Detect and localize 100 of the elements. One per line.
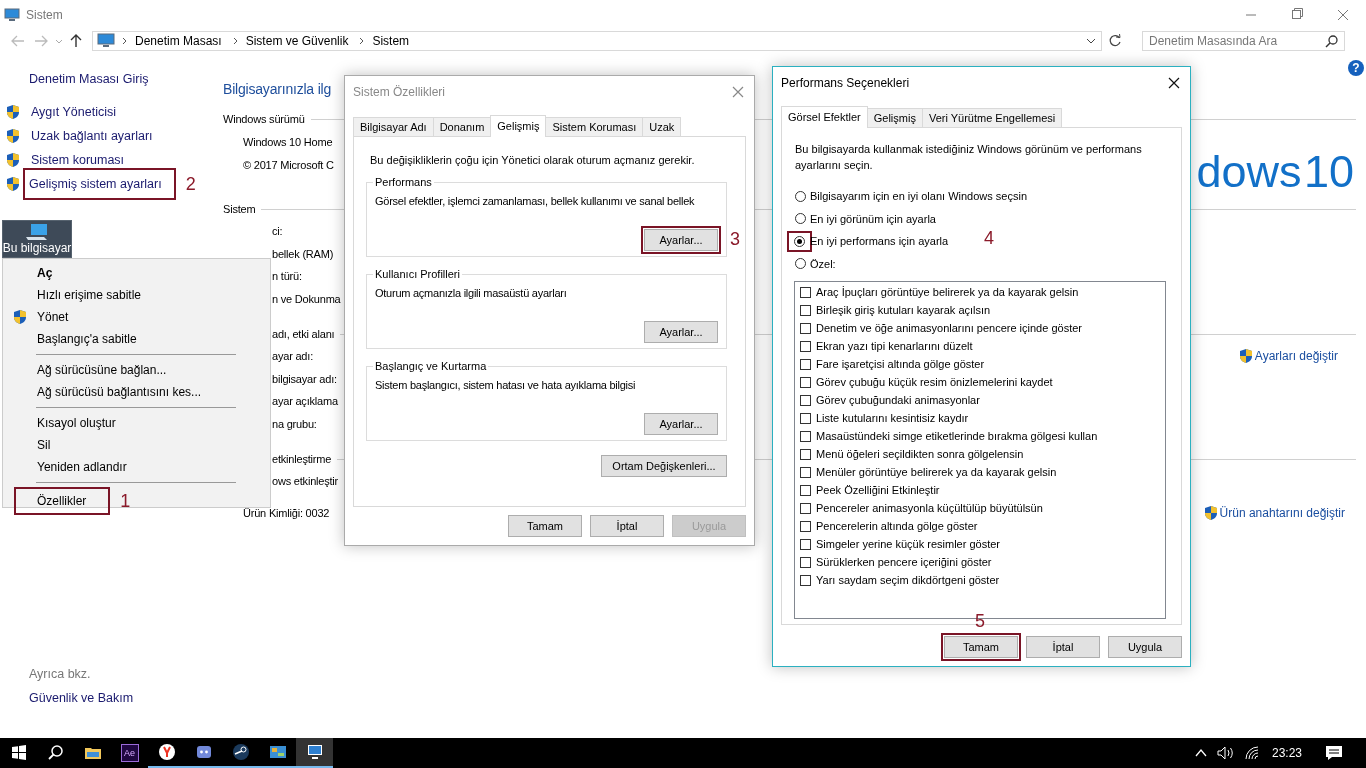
window-title: Sistem bbox=[26, 8, 63, 22]
shield-icon bbox=[6, 104, 20, 120]
tab[interactable]: Sistem Koruması bbox=[545, 117, 644, 136]
menu-item[interactable]: Yönet bbox=[3, 306, 270, 328]
dialog-title: Performans Seçenekleri bbox=[781, 76, 911, 90]
checkbox[interactable] bbox=[800, 448, 811, 460]
breadcrumb-item[interactable]: Sistem bbox=[372, 34, 410, 48]
tab[interactable]: Görsel Efektler bbox=[781, 106, 868, 128]
sidebar-link[interactable]: Gelişmiş sistem ayarları bbox=[23, 168, 176, 200]
step-number: 4 bbox=[984, 228, 994, 248]
checkbox-label[interactable]: Pencerelerin altında gölge göster bbox=[816, 520, 978, 532]
checkbox[interactable] bbox=[800, 412, 811, 424]
sidebar-link[interactable]: Denetim Masası Giriş bbox=[29, 72, 210, 86]
button[interactable]: Uygula bbox=[1108, 636, 1182, 658]
checkbox[interactable] bbox=[800, 340, 811, 352]
checkbox-label[interactable]: Denetim ve öğe animasyonlarını pencere içinde göster bbox=[816, 322, 1082, 334]
button[interactable]: Ayarlar... bbox=[644, 321, 718, 343]
checkbox[interactable] bbox=[800, 520, 811, 532]
button[interactable]: İptal bbox=[590, 515, 664, 537]
menu-item[interactable]: Ağ sürücüsüne bağlan... bbox=[3, 359, 270, 381]
checkbox-label[interactable]: Birleşik giriş kutuları kayarak açılsın bbox=[816, 304, 991, 316]
checkbox-label[interactable]: Pencereler animasyonla küçültülüp büyütülsün bbox=[816, 502, 1043, 514]
button[interactable]: Ayarlar... bbox=[644, 229, 718, 251]
checkbox-label[interactable]: Fare işaretçisi altında gölge göster bbox=[816, 358, 985, 370]
shield-icon bbox=[6, 176, 20, 192]
tab[interactable]: Veri Yürütme Engellemesi bbox=[921, 108, 1063, 127]
tab[interactable]: Bilgisayar Adı bbox=[353, 117, 434, 136]
checkbox-label[interactable]: Yarı saydam seçim dikdörtgeni göster bbox=[816, 574, 1000, 586]
checkbox[interactable] bbox=[800, 430, 811, 442]
game-icon bbox=[231, 743, 250, 761]
desktop-icon[interactable]: Bu bilgisayar bbox=[2, 220, 72, 258]
note-text: Bu değişikliklerin çoğu için Yönetici olarak oturum açmanız gerekir. bbox=[370, 154, 696, 166]
checkbox-label[interactable]: Görev çubuğu küçük resim önizlemelerini kaydet bbox=[816, 376, 1053, 388]
app-icon: Ae bbox=[120, 744, 139, 762]
checkbox[interactable] bbox=[800, 556, 811, 568]
speaker-icon[interactable] bbox=[1215, 745, 1236, 761]
search-field[interactable]: Denetim Masasında Ara bbox=[1142, 31, 1345, 51]
section-heading: Sistem bbox=[223, 203, 256, 215]
breadcrumb-item[interactable]: Sistem ve Güvenlik bbox=[245, 34, 349, 48]
menu-item[interactable]: Özellikler bbox=[14, 487, 111, 515]
info-text: ows etkinleştir bbox=[272, 475, 339, 488]
tab[interactable]: Gelişmiş bbox=[866, 108, 923, 127]
button[interactable]: Tamam bbox=[508, 515, 582, 537]
info-text: n ve Dokunma bbox=[272, 292, 341, 305]
change-link[interactable]: Ürün anahtarını değiştir bbox=[1203, 505, 1345, 521]
checkbox[interactable] bbox=[800, 376, 811, 388]
checkbox-label[interactable]: Liste kutularını kesintisiz kaydır bbox=[816, 412, 969, 424]
notification-icon[interactable] bbox=[1324, 744, 1344, 762]
radio-label[interactable]: En iyi görünüm için ayarla bbox=[810, 212, 936, 225]
button[interactable]: Tamam bbox=[944, 636, 1018, 658]
close-icon[interactable] bbox=[1168, 77, 1180, 89]
checkbox[interactable] bbox=[800, 574, 811, 586]
menu-item[interactable]: Aç bbox=[3, 262, 270, 284]
button[interactable]: İptal bbox=[1026, 636, 1100, 658]
menu-item[interactable]: Sil bbox=[3, 434, 270, 456]
address-field[interactable]: Denetim Masası Sistem ve Güvenlik Sistem bbox=[92, 31, 1102, 51]
info-text: ayar adı: bbox=[272, 350, 313, 363]
sidebar-link[interactable]: Güvenlik ve Bakım bbox=[29, 691, 210, 705]
clock-text[interactable]: 23:23 bbox=[1271, 746, 1302, 760]
checkbox-label[interactable]: Masaüstündeki simge etiketlerinde bırakma gölgesi kullan bbox=[816, 430, 1098, 442]
checkbox[interactable] bbox=[800, 286, 811, 298]
change-link[interactable]: Ayarları değiştir bbox=[1238, 348, 1338, 365]
checkbox-label[interactable]: Görev çubuğundaki animasyonlar bbox=[816, 394, 980, 406]
menu-item[interactable]: Ağ sürücüsü bağlantısını kes... bbox=[3, 381, 270, 403]
sidebar-link[interactable]: Aygıt Yöneticisi bbox=[29, 99, 118, 125]
tab[interactable]: Gelişmiş bbox=[490, 115, 547, 137]
radio-label[interactable]: Özel: bbox=[810, 257, 836, 270]
info-text: n türü: bbox=[272, 270, 302, 283]
menu-item[interactable]: Başlangıç'a sabitle bbox=[3, 328, 270, 350]
checkbox[interactable] bbox=[800, 538, 811, 550]
button[interactable]: Ortam Değişkenleri... bbox=[601, 455, 727, 477]
checkbox[interactable] bbox=[800, 304, 811, 316]
windows-logo-icon bbox=[9, 744, 28, 762]
step-number: 3 bbox=[730, 229, 740, 249]
checkbox[interactable] bbox=[800, 394, 811, 406]
checkbox[interactable] bbox=[800, 502, 811, 514]
checkbox-label[interactable]: Ekran yazı tipi kenarlarını düzelt bbox=[816, 340, 973, 352]
checkbox-label[interactable]: Araç İpuçları görüntüye belirerek ya da kayarak gelsin bbox=[816, 286, 1079, 298]
checkbox[interactable] bbox=[800, 322, 811, 334]
tab[interactable]: Uzak bbox=[642, 117, 682, 136]
checkbox[interactable] bbox=[800, 484, 811, 496]
sidebar-link[interactable]: Uzak bağlantı ayarları bbox=[29, 123, 155, 149]
menu-item[interactable]: Hızlı erişime sabitle bbox=[3, 284, 270, 306]
breadcrumb-item[interactable]: Denetim Masası bbox=[135, 34, 222, 48]
menu-item[interactable]: Yeniden adlandır bbox=[3, 456, 270, 478]
checkbox-label[interactable]: Menü öğeleri seçildikten sonra gölgelensin bbox=[816, 448, 1024, 460]
taskbar-button[interactable] bbox=[296, 738, 333, 768]
checkbox-label[interactable]: Menüler görüntüye belirerek ya da kayarak gelsin bbox=[816, 466, 1057, 478]
wifi-icon[interactable] bbox=[1243, 745, 1260, 761]
button[interactable]: Ayarlar... bbox=[644, 413, 718, 435]
checkbox-label[interactable]: Simgeler yerine küçük resimler göster bbox=[816, 538, 1000, 550]
taskbar-button[interactable]: Ae bbox=[111, 738, 148, 768]
checkbox[interactable] bbox=[800, 466, 811, 478]
radio-label[interactable]: Bilgisayarım için en iyi olanı Windows seçsin bbox=[810, 190, 1028, 203]
menu-item[interactable]: Kısayol oluştur bbox=[3, 412, 270, 434]
tab[interactable]: Donanım bbox=[432, 117, 492, 136]
checkbox-label[interactable]: Peek Özelliğini Etkinleştir bbox=[816, 484, 940, 496]
checkbox[interactable] bbox=[800, 358, 811, 370]
checkbox-label[interactable]: Sürüklerken pencere içeriğini göster bbox=[816, 556, 992, 568]
help-icon[interactable]: ? bbox=[1348, 60, 1364, 76]
